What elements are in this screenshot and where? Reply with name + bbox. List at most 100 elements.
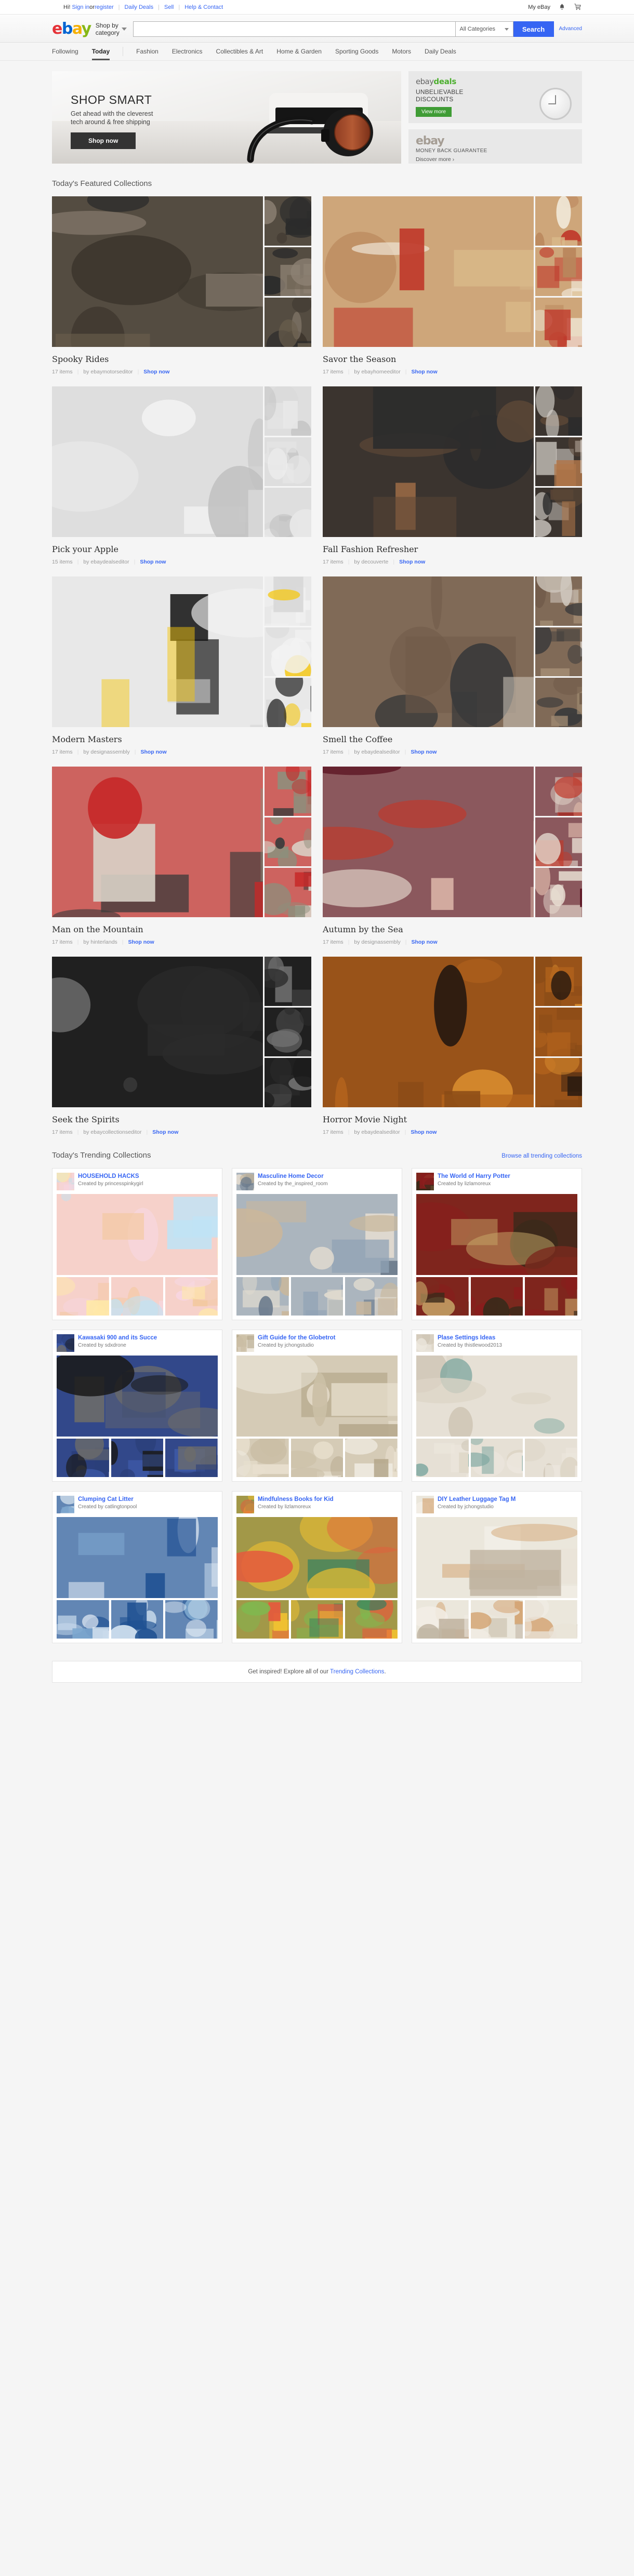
featured-collection-title[interactable]: Autumn by the Sea <box>323 924 582 934</box>
trending-collection-name[interactable]: Kawasaki 900 and its Succe <box>78 1334 157 1341</box>
trending-thumbnail[interactable] <box>236 1277 289 1316</box>
nav-item-sporting-goods[interactable]: Sporting Goods <box>328 43 385 60</box>
featured-collection-title[interactable]: Pick your Apple <box>52 544 311 554</box>
featured-images[interactable] <box>52 386 311 538</box>
mbg-discover-more-link[interactable]: Discover more › <box>416 156 575 163</box>
featured-collection-card[interactable]: Man on the Mountain 17 items | by hinter… <box>52 767 311 945</box>
featured-collection-card[interactable]: Modern Masters 17 items | by designassem… <box>52 576 311 755</box>
featured-thumbnail[interactable] <box>535 298 582 347</box>
trending-collection-card[interactable]: Kawasaki 900 and its Succe Created by sd… <box>52 1330 222 1482</box>
avatar[interactable] <box>236 1334 254 1352</box>
featured-collection-card[interactable]: Autumn by the Sea 17 items | by designas… <box>323 767 582 945</box>
featured-thumbnail[interactable] <box>265 488 311 538</box>
trending-collection-card[interactable]: DIY Leather Luggage Tag M Created by jch… <box>412 1491 582 1643</box>
chevron-down-icon[interactable] <box>121 28 127 31</box>
trending-collection-name[interactable]: Mindfulness Books for Kid <box>258 1496 334 1503</box>
trending-thumbnail[interactable] <box>111 1439 164 1477</box>
trending-collection-name[interactable]: The World of Harry Potter <box>438 1173 510 1180</box>
featured-main-image[interactable] <box>52 196 263 347</box>
trending-collection-card[interactable]: The World of Harry Potter Created by liz… <box>412 1168 582 1320</box>
featured-images[interactable] <box>52 957 311 1108</box>
trending-thumbnail[interactable] <box>416 1277 469 1316</box>
nav-item-collectibles-art[interactable]: Collectibles & Art <box>209 43 270 60</box>
advanced-search-link[interactable]: Advanced <box>559 21 582 32</box>
trending-collection-card[interactable]: Plase Settings Ideas Created by thistlew… <box>412 1330 582 1482</box>
featured-thumbnail[interactable] <box>265 298 311 347</box>
register-link[interactable]: register <box>95 4 114 10</box>
deals-view-more-button[interactable]: View more <box>416 107 452 117</box>
avatar[interactable] <box>57 1173 74 1190</box>
trending-thumbnail[interactable] <box>290 1277 344 1316</box>
trending-collection-creator[interactable]: Created by jchongstudio <box>438 1504 516 1510</box>
trending-thumbnail[interactable] <box>57 1439 109 1477</box>
trending-collection-creator[interactable]: Created by princesspinkygirl <box>78 1180 143 1187</box>
featured-shop-now-link[interactable]: Shop now <box>411 1129 437 1135</box>
featured-thumbnail[interactable] <box>265 1058 311 1108</box>
trending-collection-name[interactable]: Masculine Home Decor <box>258 1173 328 1180</box>
hero-banner[interactable]: SHOP SMART Get ahead with the cleverest … <box>52 71 401 164</box>
avatar[interactable] <box>57 1334 74 1352</box>
featured-thumbnail[interactable] <box>265 957 311 1006</box>
featured-images[interactable] <box>52 767 311 918</box>
trending-thumbnail[interactable] <box>416 1600 469 1639</box>
featured-main-image[interactable] <box>323 576 534 727</box>
featured-collection-title[interactable]: Savor the Season <box>323 354 582 364</box>
featured-images[interactable] <box>323 957 582 1108</box>
trending-thumbnail[interactable] <box>345 1600 398 1639</box>
trending-collection-creator[interactable]: Created by the_inspired_room <box>258 1180 328 1187</box>
featured-main-image[interactable] <box>323 386 534 537</box>
trending-thumbnail[interactable] <box>470 1600 523 1639</box>
trending-thumbnail[interactable] <box>470 1277 523 1316</box>
featured-thumbnail[interactable] <box>265 386 311 436</box>
featured-images[interactable] <box>323 386 582 538</box>
featured-author[interactable]: by ebaymotorseditor <box>83 369 133 375</box>
hero-shop-now-button[interactable]: Shop now <box>71 132 136 149</box>
trending-thumbnail[interactable] <box>111 1600 164 1639</box>
trending-collection-name[interactable]: Gift Guide for the Globetrot <box>258 1334 336 1341</box>
featured-collection-card[interactable]: Fall Fashion Refresher 17 items | by dec… <box>323 386 582 565</box>
featured-main-image[interactable] <box>323 767 534 917</box>
trending-collection-creator[interactable]: Created by jchongstudio <box>258 1342 336 1349</box>
featured-collection-title[interactable]: Spooky Rides <box>52 354 311 364</box>
trending-collection-name[interactable]: Plase Settings Ideas <box>438 1334 502 1341</box>
featured-thumbnail[interactable] <box>535 817 582 867</box>
featured-collection-card[interactable]: Savor the Season 17 items | by ebayhomee… <box>323 196 582 375</box>
trending-thumbnail[interactable] <box>525 1600 577 1639</box>
avatar[interactable] <box>416 1496 434 1513</box>
trending-hero-image[interactable] <box>416 1517 577 1598</box>
search-input[interactable] <box>133 21 455 37</box>
nav-item-electronics[interactable]: Electronics <box>165 43 209 60</box>
featured-author[interactable]: by ebaydealseditor <box>83 559 129 565</box>
daily-deals-link[interactable]: Daily Deals <box>124 4 153 10</box>
featured-thumbnail[interactable] <box>535 678 582 728</box>
trending-thumbnail[interactable] <box>111 1277 164 1316</box>
featured-thumbnail[interactable] <box>535 247 582 297</box>
trending-hero-image[interactable] <box>57 1356 218 1437</box>
trending-hero-image[interactable] <box>57 1194 218 1275</box>
featured-thumbnail[interactable] <box>265 1007 311 1057</box>
ebay-logo[interactable]: ebay <box>52 21 91 37</box>
featured-thumbnail[interactable] <box>265 196 311 246</box>
trending-collection-name[interactable]: HOUSEHOLD HACKS <box>78 1173 143 1180</box>
featured-author[interactable]: by ebayhomeeditor <box>354 369 400 375</box>
featured-main-image[interactable] <box>52 767 263 917</box>
trending-collection-card[interactable]: HOUSEHOLD HACKS Created by princesspinky… <box>52 1168 222 1320</box>
featured-main-image[interactable] <box>52 576 263 727</box>
featured-main-image[interactable] <box>52 386 263 537</box>
featured-images[interactable] <box>323 196 582 347</box>
featured-thumbnail[interactable] <box>535 196 582 246</box>
featured-collection-title[interactable]: Smell the Coffee <box>323 734 582 744</box>
featured-thumbnail[interactable] <box>535 576 582 626</box>
featured-author[interactable]: by hinterlands <box>83 939 117 945</box>
featured-collection-title[interactable]: Seek the Spirits <box>52 1115 311 1124</box>
featured-collection-title[interactable]: Man on the Mountain <box>52 924 311 934</box>
trending-thumbnail[interactable] <box>165 1277 218 1316</box>
avatar[interactable] <box>57 1496 74 1513</box>
trending-hero-image[interactable] <box>416 1356 577 1437</box>
featured-collection-card[interactable]: Spooky Rides 17 items | by ebaymotorsedi… <box>52 196 311 375</box>
featured-author[interactable]: by ebaycollectionseditor <box>83 1129 141 1135</box>
featured-shop-now-link[interactable]: Shop now <box>128 939 154 945</box>
featured-main-image[interactable] <box>323 957 534 1107</box>
trending-collection-creator[interactable]: Created by thistlewood2013 <box>438 1342 502 1349</box>
trending-thumbnail[interactable] <box>165 1439 218 1477</box>
